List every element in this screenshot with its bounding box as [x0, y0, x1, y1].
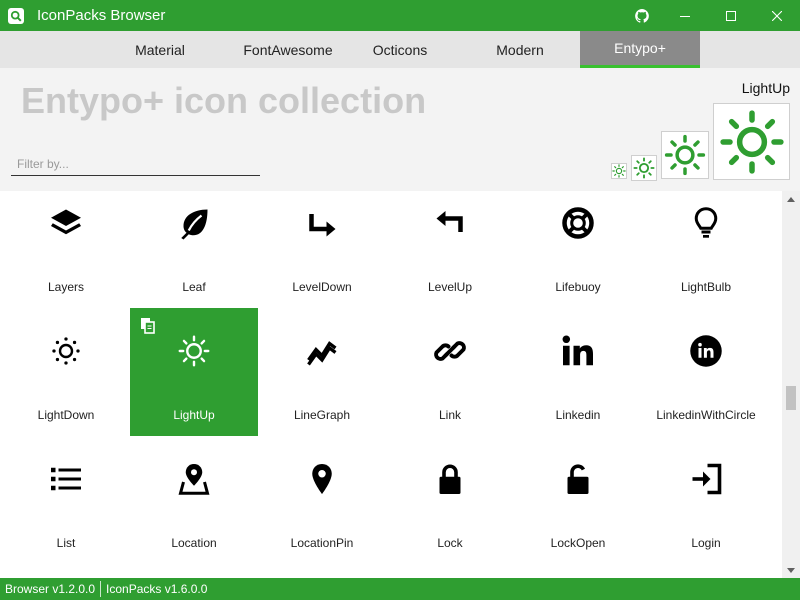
icon-label: LightDown [37, 408, 95, 422]
icon-grid: Layers Leaf LevelDown LevelUp Lifebuoy L… [0, 191, 782, 578]
window-title: IconPacks Browser [37, 7, 166, 24]
light-bulb-icon [642, 191, 770, 266]
status-bar: Browser v1.2.0.0 IconPacks v1.6.0.0 [0, 578, 800, 600]
scroll-up-arrow-icon[interactable] [782, 191, 800, 207]
icon-label: LevelDown [292, 280, 352, 294]
icon-tile-level-up[interactable]: LevelUp [386, 191, 514, 308]
light-up-icon [130, 308, 258, 394]
tab-label: FontAwesome [243, 41, 333, 58]
filter-input[interactable] [11, 152, 260, 176]
app-logo-icon [8, 7, 24, 24]
preview-24-light-up-icon [631, 155, 657, 181]
linkedin-icon [514, 308, 642, 394]
icon-label: LightBulb [680, 280, 732, 294]
icon-tile-linkedin-with-circle[interactable]: LinkedinWithCircle [642, 308, 770, 436]
icon-pack-tabs: Material FontAwesome Octicons Modern Ent… [0, 31, 800, 68]
tab-label: Modern [496, 41, 544, 58]
location-icon [130, 436, 258, 522]
icon-tile-login[interactable]: Login [642, 436, 770, 564]
icon-label: Link [438, 408, 461, 422]
level-down-icon [258, 191, 386, 266]
preview-48-light-up-icon [661, 131, 709, 179]
level-up-icon [386, 191, 514, 266]
minimize-button[interactable] [662, 0, 708, 31]
lifebuoy-icon [514, 191, 642, 266]
scrollbar-thumb[interactable] [786, 386, 796, 410]
icon-tile-lifebuoy[interactable]: Lifebuoy [514, 191, 642, 308]
icon-label: LocationPin [290, 536, 354, 550]
iconpacks-version: IconPacks v1.6.0.0 [106, 582, 208, 596]
github-icon[interactable] [622, 0, 662, 31]
login-icon [642, 436, 770, 522]
tab-octicons[interactable]: Octicons [352, 31, 448, 68]
icon-label: LineGraph [293, 408, 351, 422]
status-divider [100, 581, 102, 597]
tab-modern[interactable]: Modern [448, 31, 592, 68]
icon-label: Lock [437, 536, 463, 550]
icon-tile-leaf[interactable]: Leaf [130, 191, 258, 308]
list-icon [2, 436, 130, 522]
preview-16-light-up-icon [611, 163, 627, 179]
tab-entypo-plus[interactable]: Entypo+ [580, 31, 700, 68]
tab-material[interactable]: Material [96, 31, 224, 68]
grid-scrollbar[interactable] [782, 191, 800, 578]
tab-label: Octicons [372, 41, 428, 58]
icon-label: Lifebuoy [555, 280, 601, 294]
icon-tile-linkedin[interactable]: Linkedin [514, 308, 642, 436]
line-graph-icon [258, 308, 386, 394]
scroll-down-arrow-icon[interactable] [782, 562, 800, 578]
lock-open-icon [514, 436, 642, 522]
icon-label: LevelUp [427, 280, 473, 294]
icon-label: LightUp [173, 408, 215, 422]
layers-icon [2, 191, 130, 266]
icon-tile-line-graph[interactable]: LineGraph [258, 308, 386, 436]
selected-icon-name: LightUp [741, 80, 790, 96]
icon-tile-location[interactable]: Location [130, 436, 258, 564]
close-button[interactable] [754, 0, 800, 31]
icon-tile-light-down[interactable]: LightDown [2, 308, 130, 436]
collection-header: Entypo+ icon collection LightUp [0, 68, 800, 191]
lock-icon [386, 436, 514, 522]
icon-tile-lock-open[interactable]: LockOpen [514, 436, 642, 564]
icon-label: List [56, 536, 76, 550]
icon-label: LockOpen [550, 536, 606, 550]
tab-fontawesome[interactable]: FontAwesome [224, 31, 352, 68]
icon-tile-light-bulb[interactable]: LightBulb [642, 191, 770, 308]
leaf-icon [130, 191, 258, 266]
maximize-button[interactable] [708, 0, 754, 31]
browser-version: Browser v1.2.0.0 [5, 582, 96, 596]
preview-72-light-up-icon [713, 103, 790, 180]
collection-title: Entypo+ icon collection [21, 80, 427, 121]
icon-tile-lock[interactable]: Lock [386, 436, 514, 564]
tab-label: Material [135, 41, 185, 58]
icon-label: Location [171, 536, 217, 550]
icon-label: Linkedin [555, 408, 601, 422]
icon-tile-location-pin[interactable]: LocationPin [258, 436, 386, 564]
light-down-icon [2, 308, 130, 394]
icon-label: Login [691, 536, 721, 550]
icon-label: Layers [47, 280, 85, 294]
icon-tile-light-up[interactable]: LightUp [130, 308, 258, 436]
icon-label: LinkedinWithCircle [656, 408, 756, 422]
icon-tile-level-down[interactable]: LevelDown [258, 191, 386, 308]
icon-tile-list[interactable]: List [2, 436, 130, 564]
icon-tile-link[interactable]: Link [386, 308, 514, 436]
linkedin-with-circle-icon [642, 308, 770, 394]
icon-label: Leaf [182, 280, 206, 294]
link-icon [386, 308, 514, 394]
tab-label: Entypo+ [614, 40, 666, 56]
location-pin-icon [258, 436, 386, 522]
icon-tile-layers[interactable]: Layers [2, 191, 130, 308]
title-bar: IconPacks Browser [0, 0, 800, 31]
